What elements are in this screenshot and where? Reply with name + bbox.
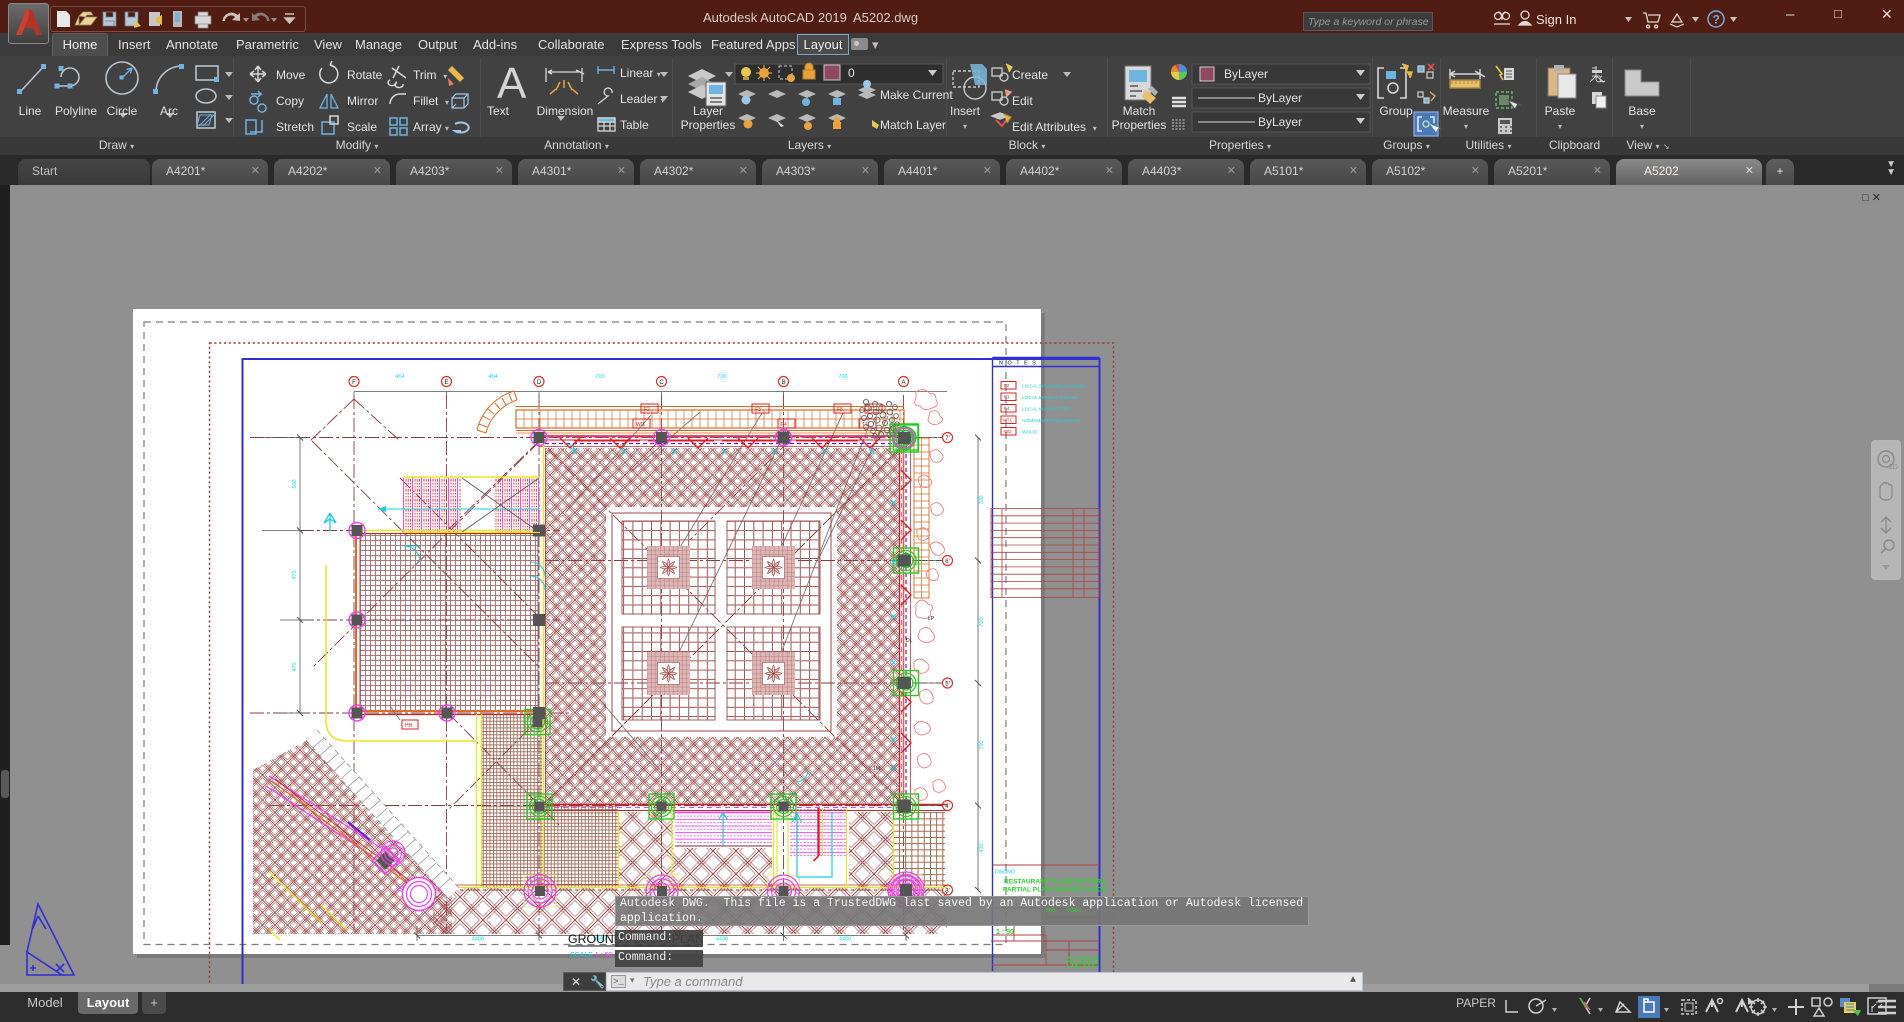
svg-text:LOCAL MARBLE-CREAM: LOCAL MARBLE-CREAM	[1022, 395, 1078, 401]
svg-text:F2: F2	[1004, 383, 1010, 388]
svg-text:D: D	[537, 380, 542, 386]
svg-text:ByLayer: ByLayer	[1224, 67, 1268, 81]
svg-text:WD: WD	[1004, 429, 1012, 434]
svg-text:F3: F3	[755, 407, 761, 413]
svg-text:700: 700	[979, 495, 985, 504]
svg-text:LP: LP	[928, 616, 935, 622]
svg-text:464: 464	[488, 374, 497, 380]
svg-text:5202: 5202	[1066, 954, 1099, 971]
svg-text:4400: 4400	[472, 937, 484, 943]
svg-text:700: 700	[979, 617, 985, 626]
svg-text:470: 470	[292, 570, 298, 579]
svg-text:?: ?	[1713, 13, 1720, 27]
svg-text:700: 700	[717, 374, 726, 380]
svg-text:C: C	[659, 380, 664, 386]
svg-text:1M: 1M	[873, 766, 880, 772]
svg-text:6': 6'	[945, 559, 949, 565]
svg-text:0: 0	[848, 66, 855, 80]
svg-text:5': 5'	[945, 682, 949, 688]
svg-text:430: 430	[979, 843, 985, 852]
svg-text:PARTIAL PLAN GROUND FLOOR: PARTIAL PLAN GROUND FLOOR	[1003, 887, 1107, 894]
svg-text:SCALE 1 : 50: SCALE 1 : 50	[570, 952, 613, 959]
svg-text:700: 700	[595, 374, 604, 380]
svg-text:LOCAL MARBLE-RED: LOCAL MARBLE-RED	[1022, 407, 1071, 413]
svg-text:F8: F8	[837, 407, 843, 413]
svg-text:F4: F4	[781, 422, 787, 428]
svg-text:DWGNO: DWGNO	[995, 870, 1015, 876]
svg-text:MT1: MT1	[1003, 418, 1012, 423]
svg-text:E: E	[444, 380, 448, 386]
svg-text:464: 464	[395, 374, 404, 380]
svg-text:A: A	[497, 59, 527, 108]
svg-text:WD: WD	[636, 422, 645, 428]
svg-text:7': 7'	[945, 436, 949, 442]
svg-text:LOCAL SPANS-RAJASTHAN: LOCAL SPANS-RAJASTHAN	[1022, 384, 1085, 390]
svg-text:700: 700	[838, 374, 847, 380]
svg-text:470: 470	[292, 662, 298, 671]
svg-text:Sign In: Sign In	[1536, 12, 1576, 27]
svg-text:DL: DL	[906, 638, 913, 644]
svg-text:N O T E S: N O T E S	[999, 361, 1037, 367]
svg-text:700: 700	[979, 740, 985, 749]
svg-text:F4: F4	[1004, 406, 1010, 411]
svg-text:WOOD: WOOD	[1022, 430, 1038, 436]
svg-text:F2: F2	[644, 407, 650, 413]
svg-text:ByLayer: ByLayer	[1258, 91, 1302, 105]
svg-text:A: A	[901, 380, 905, 386]
svg-text:500: 500	[292, 479, 298, 488]
svg-text:2D: 2D	[1889, 464, 1898, 471]
svg-text:ByLayer: ByLayer	[1258, 115, 1302, 129]
svg-text:HH: HH	[405, 723, 413, 729]
svg-text:4400: 4400	[839, 937, 851, 943]
svg-text:HOMEMADE TILE-CREAM: HOMEMADE TILE-CREAM	[1022, 418, 1081, 424]
svg-text:F: F	[352, 380, 356, 386]
svg-text:B: B	[781, 380, 785, 386]
svg-text:RESTAURANT FLOOR PATTERN: RESTAURANT FLOOR PATTERN	[1004, 879, 1106, 886]
svg-text:4400: 4400	[716, 937, 728, 943]
svg-text:F3: F3	[1004, 395, 1010, 400]
